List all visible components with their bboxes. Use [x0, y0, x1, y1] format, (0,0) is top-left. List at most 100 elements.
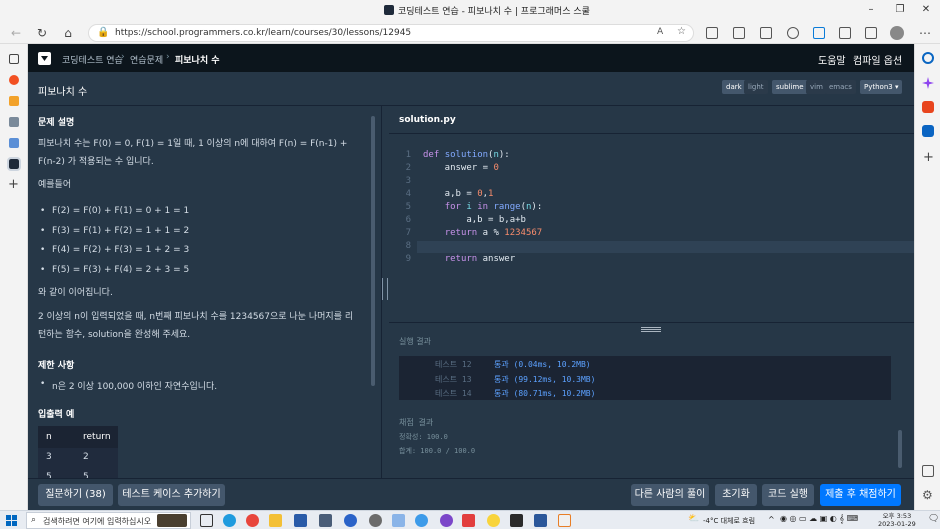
app-icon[interactable]	[344, 514, 357, 527]
tab-actions-icon[interactable]	[9, 54, 19, 64]
help-link[interactable]: 도움말	[818, 52, 846, 67]
tray-chevron-icon[interactable]: ^	[768, 515, 775, 524]
search-sidebar-icon[interactable]	[922, 52, 934, 64]
compile-options-link[interactable]: 컴파일 옵션	[853, 52, 902, 67]
tab-programmers-active-icon[interactable]	[7, 157, 21, 171]
share-icon[interactable]	[865, 27, 877, 39]
keymap-vim-toggle[interactable]: vim	[806, 80, 827, 94]
windows-taskbar: ⌕ 검색하려면 여기에 입력하십시오 ⛅ -4°C 대체로 흐림 ^ ◉ ◎ ▭…	[0, 510, 940, 529]
settings-gear-icon[interactable]: ⚙	[922, 488, 933, 502]
run-code-button[interactable]: 코드 실행	[762, 484, 814, 506]
theme-dark-toggle[interactable]: dark	[722, 80, 746, 94]
task-view-icon[interactable]	[200, 514, 213, 527]
discover-icon[interactable]	[922, 77, 934, 89]
line-number: 9	[405, 254, 411, 264]
extension-blue-icon[interactable]	[813, 27, 825, 39]
address-bar[interactable]: 🔒 https://school.programmers.co.kr/learn…	[88, 24, 694, 42]
outlook-icon[interactable]	[922, 125, 934, 137]
tab-favicon-4-icon[interactable]	[9, 138, 19, 148]
settings-app-icon[interactable]	[369, 514, 382, 527]
panel-resize-handle[interactable]	[381, 106, 389, 478]
theme-light-toggle[interactable]: light	[744, 80, 768, 94]
chrome-taskbar-icon[interactable]	[246, 514, 259, 527]
tab-favicon-1-icon[interactable]	[9, 75, 19, 85]
word-icon[interactable]	[534, 514, 547, 527]
code-editor[interactable]: 1 2 3 4 5 6 7 8 9 def solution(n): answe…	[389, 134, 914, 322]
clock[interactable]: 오후 3:53 2023-01-29	[878, 512, 916, 528]
file-explorer-icon[interactable]	[269, 514, 282, 527]
app-icon[interactable]	[510, 514, 523, 527]
app-icon[interactable]	[462, 514, 475, 527]
mail-icon[interactable]	[319, 514, 332, 527]
maximize-icon[interactable]: ❐	[893, 4, 907, 15]
refresh-icon[interactable]: ↻	[34, 25, 50, 41]
column-header-return: return	[83, 432, 111, 442]
code-line: a,b = b,a+b	[423, 215, 526, 225]
drag-grip-icon	[382, 278, 388, 300]
tab-favicon-3-icon[interactable]	[9, 117, 19, 127]
language-select[interactable]: Python3 ▾	[860, 80, 903, 94]
collections-icon[interactable]	[760, 27, 772, 39]
accuracy-text: 정확성: 100.0	[399, 433, 448, 441]
more-menu-icon[interactable]: ⋯	[917, 25, 933, 41]
breadcrumb-practice[interactable]: 연습문제	[130, 53, 163, 66]
add-sidebar-app-icon[interactable]: +	[923, 150, 934, 165]
result-label: 실행 결과	[399, 337, 431, 346]
tray-icons[interactable]: ◉ ◎ ▭ ☁ ▣ ◐ 𝄞 ⌨	[780, 514, 858, 524]
app-icon[interactable]	[415, 514, 428, 527]
constraint-item: n은 2 이상 100,000 이하인 자연수입니다.	[40, 379, 217, 392]
result-scrollbar[interactable]	[898, 430, 902, 468]
browser-title-bar: 코딩테스트 연습 - 피보나치 수 | 프로그래머스 스쿨 – ❐ ✕	[0, 0, 940, 22]
office-icon[interactable]	[922, 101, 934, 113]
editor-header: solution.py	[389, 106, 914, 134]
reset-button[interactable]: 초기화	[715, 484, 757, 506]
submit-button[interactable]: 제출 후 채점하기	[820, 484, 901, 506]
current-line-highlight	[417, 241, 914, 253]
windows-start-icon[interactable]	[6, 515, 17, 526]
total-score-text: 합계: 100.0 / 100.0	[399, 447, 476, 455]
table-cell: 3	[46, 452, 52, 462]
browser-essentials-icon[interactable]	[839, 27, 851, 39]
weather-text[interactable]: -4°C 대체로 흐림	[703, 516, 755, 526]
app-icon[interactable]	[440, 514, 453, 527]
close-window-icon[interactable]: ✕	[919, 4, 933, 15]
programmers-logo-icon[interactable]	[38, 52, 51, 65]
editor-filename: solution.py	[399, 115, 456, 125]
app-icon[interactable]	[558, 514, 571, 527]
tab-favicon-2-icon[interactable]	[9, 96, 19, 106]
back-icon[interactable]: ←	[8, 25, 24, 41]
app-icon[interactable]	[392, 514, 405, 527]
description-scrollbar[interactable]	[371, 116, 375, 386]
keymap-sublime-toggle[interactable]: sublime	[772, 80, 808, 94]
keymap-emacs-toggle[interactable]: emacs	[825, 80, 856, 94]
extensions-icon[interactable]	[706, 27, 718, 39]
line-number: 6	[405, 215, 411, 225]
problem-description-panel[interactable]: 문제 설명 피보나치 수는 F(0) = 0, F(1) = 1일 때, 1 이…	[28, 106, 381, 478]
favorites-icon[interactable]	[733, 27, 745, 39]
code-line: for i in range(n):	[444, 202, 543, 212]
home-icon[interactable]: ⌂	[60, 25, 76, 41]
read-aloud-icon[interactable]: A	[657, 27, 663, 37]
line-number: 3	[405, 176, 411, 186]
questions-button[interactable]: 질문하기 (38)	[38, 484, 113, 506]
breadcrumb-coding-test[interactable]: 코딩테스트 연습	[62, 53, 123, 66]
hide-sidebar-icon[interactable]	[922, 465, 934, 477]
minimize-icon[interactable]: –	[864, 4, 878, 15]
search-icon: ⌕	[31, 515, 37, 525]
notification-icon[interactable]: 🗨	[928, 514, 939, 524]
description-intro: 피보나치 수는 F(0) = 0, F(1) = 1일 때, 1 이상의 n에 …	[38, 139, 348, 167]
add-testcase-button[interactable]: 테스트 케이스 추가하기	[118, 484, 225, 506]
profile-avatar[interactable]	[890, 26, 904, 40]
history-icon[interactable]	[787, 27, 799, 39]
result-resize-handle[interactable]	[389, 322, 914, 336]
new-tab-plus-icon[interactable]: +	[8, 177, 19, 192]
column-header-n: n	[46, 432, 52, 442]
others-solutions-button[interactable]: 다른 사람의 풀이	[631, 484, 709, 506]
favorite-star-icon[interactable]: ☆	[677, 26, 686, 37]
store-icon[interactable]	[294, 514, 307, 527]
test-name: 테스트 13	[435, 375, 472, 384]
edge-taskbar-icon[interactable]	[223, 514, 236, 527]
result-panel[interactable]: 테스트 12 통과 (0.04ms, 10.2MB) 테스트 13 통과 (99…	[389, 356, 914, 478]
kakaotalk-icon[interactable]	[487, 514, 500, 527]
taskbar-search-box[interactable]: ⌕ 검색하려면 여기에 입력하십시오	[26, 512, 191, 529]
